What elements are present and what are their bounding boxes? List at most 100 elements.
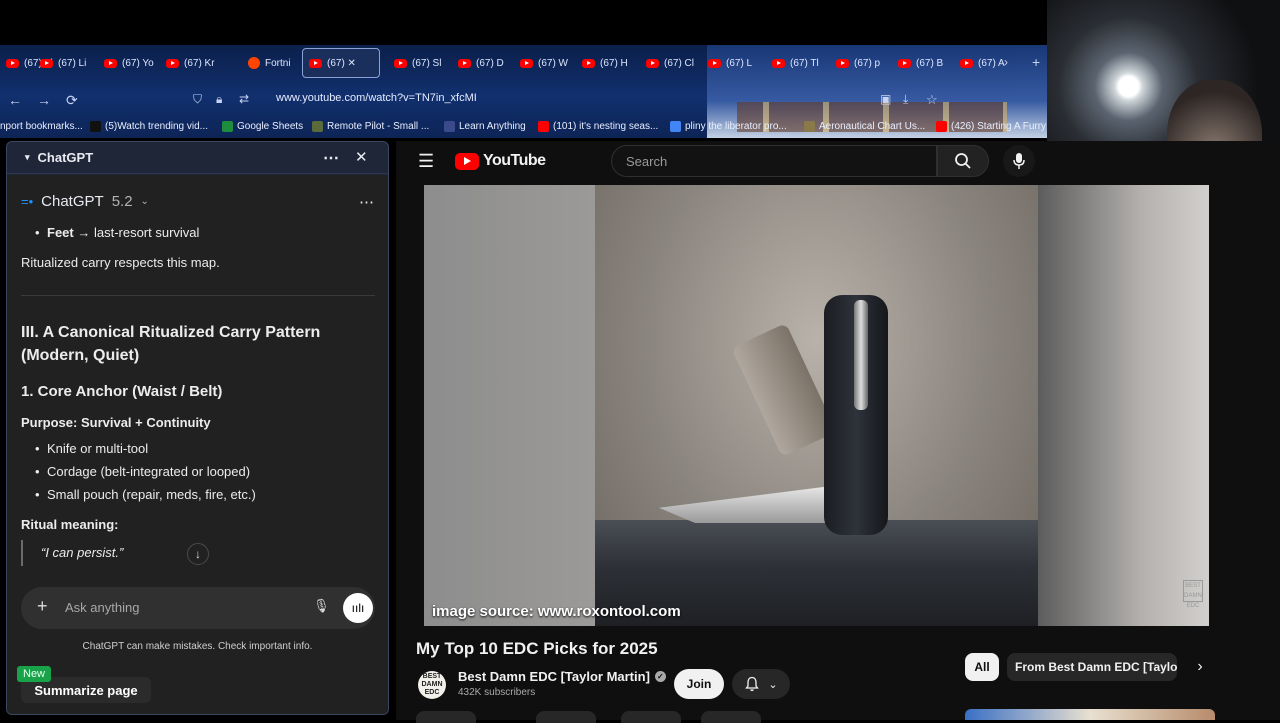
tab[interactable]: (67) A: [954, 48, 1011, 78]
model-selector[interactable]: =• ChatGPT 5.2 ⌄: [21, 193, 149, 210]
close-icon[interactable]: ✕: [355, 148, 368, 166]
bookmark-item[interactable]: (426) Starting A Furry: [936, 121, 1046, 132]
bookmark-label: nport bookmarks...: [0, 121, 83, 132]
microphone-icon[interactable]: 🎙︎: [313, 598, 330, 614]
tab[interactable]: (67) Li: [34, 48, 92, 78]
tab[interactable]: Fortni: [242, 48, 297, 78]
list-item: Cordage (belt-integrated or looped): [35, 464, 250, 479]
bookmark-item[interactable]: (5)Watch trending vid...: [90, 121, 208, 132]
download-icon[interactable]: ⤓: [903, 92, 908, 107]
tab-scroll-right-icon[interactable]: ›: [1004, 55, 1008, 69]
chip-all[interactable]: All: [965, 653, 999, 681]
bookmark-star-icon[interactable]: ☆: [926, 92, 938, 108]
youtube-icon: [646, 58, 659, 68]
download-button[interactable]: [621, 711, 681, 723]
search-icon: [955, 153, 971, 169]
tab[interactable]: (67) Sl: [388, 48, 447, 78]
subscriber-count: 432K subscribers: [458, 687, 536, 698]
recommended-thumbnail[interactable]: [965, 709, 1215, 720]
tab[interactable]: (67) Yo: [98, 48, 160, 78]
youtube-icon: [394, 58, 407, 68]
chat-options-icon[interactable]: ⋯: [359, 193, 374, 211]
video-player[interactable]: image source: www.roxontool.com BEST DAM…: [424, 185, 1209, 626]
chevron-down-icon[interactable]: ▾: [25, 152, 30, 163]
shield-icon[interactable]: ⛉: [193, 92, 202, 107]
chip-from-channel[interactable]: From Best Damn EDC [Taylor M: [1007, 653, 1177, 681]
reddit-icon: [248, 57, 260, 69]
ritual-meaning-label: Ritual meaning:: [21, 517, 119, 532]
bookmark-item[interactable]: (101) it's nesting seas...: [538, 121, 658, 132]
more-options-icon[interactable]: ⋯: [323, 148, 339, 168]
tab-active[interactable]: (67) ✕: [302, 48, 380, 78]
more-actions-button[interactable]: [701, 711, 761, 723]
tab-label: (67) L: [726, 57, 753, 69]
plus-icon[interactable]: +: [37, 596, 48, 617]
permissions-icon[interactable]: ⇄: [239, 92, 249, 106]
tab[interactable]: (67) p: [830, 48, 886, 78]
feet-text: → last-resort survival: [73, 225, 200, 240]
scroll-down-button[interactable]: ↓: [187, 543, 209, 565]
tab[interactable]: (67) Tl: [766, 48, 825, 78]
tab[interactable]: (67) B: [892, 48, 949, 78]
join-button[interactable]: Join: [674, 669, 724, 699]
menu-icon[interactable]: ☰: [418, 151, 434, 172]
tab[interactable]: (67) Cl: [640, 48, 700, 78]
sidebar-title: ChatGPT: [37, 150, 94, 165]
address-bar[interactable]: www.youtube.com/watch?v=TN7in_xfcMI: [276, 92, 477, 104]
like-button[interactable]: [416, 711, 476, 723]
chat-input[interactable]: + Ask anything 🎙︎ ıılı: [21, 587, 375, 629]
forward-icon[interactable]: →: [37, 92, 51, 108]
bookmark-item[interactable]: Google Sheets: [222, 121, 303, 132]
search-button[interactable]: [937, 145, 989, 177]
voice-search-button[interactable]: [1003, 145, 1035, 177]
tab-label: Fortni: [265, 57, 291, 69]
disclaimer: ChatGPT can make mistakes. Check importa…: [82, 641, 313, 652]
youtube-icon: [960, 58, 973, 68]
lock-icon[interactable]: 🔒︎: [216, 92, 222, 107]
channel-name-text: Best Damn EDC [Taylor Martin]: [458, 669, 650, 684]
share-button[interactable]: [536, 711, 596, 723]
bookmark-favicon-icon: [312, 121, 323, 132]
chevron-down-icon: ⌄: [768, 678, 778, 691]
back-icon[interactable]: ←: [8, 92, 22, 108]
youtube-icon: [104, 58, 117, 68]
youtube-logo-text: YouTube: [483, 152, 546, 169]
feet-label: Feet: [47, 225, 74, 240]
tab-label: (67) B: [916, 57, 944, 69]
bookmark-item[interactable]: pliny the liberator pro...: [670, 121, 787, 132]
sidebar-toggle-icon[interactable]: =•: [21, 194, 33, 209]
notification-bell-button[interactable]: ⌄: [732, 669, 790, 699]
subheading: 1. Core Anchor (Waist / Belt): [21, 383, 223, 400]
channel-name[interactable]: Best Damn EDC [Taylor Martin] ✓: [458, 669, 666, 684]
chat-body: =• ChatGPT 5.2 ⌄ ⋯ Feet → last-resort su…: [7, 175, 388, 714]
bookmark-item[interactable]: Remote Pilot - Small ...: [312, 121, 429, 132]
channel-watermark[interactable]: BEST DAMN EDC: [1183, 580, 1203, 609]
new-tab-icon[interactable]: +: [1032, 54, 1040, 70]
bookmark-favicon-icon: [444, 121, 455, 132]
chips-next-button[interactable]: ›: [1186, 653, 1214, 681]
pip-icon[interactable]: ▣: [880, 92, 891, 106]
bookmark-item[interactable]: Learn Anything: [444, 121, 526, 132]
quote: “I can persist.”: [21, 540, 123, 566]
tab-label: (67) Tl: [790, 57, 819, 69]
tab[interactable]: (67) Kr: [160, 48, 221, 78]
channel-avatar[interactable]: BEST DAMN EDC: [418, 671, 446, 699]
tab[interactable]: (67) D: [452, 48, 510, 78]
bookmark-item[interactable]: Aeronautical Chart Us...: [804, 121, 925, 132]
tab[interactable]: (67) L: [702, 48, 758, 78]
search-input[interactable]: Search: [611, 145, 937, 177]
multitool-clip: [854, 300, 868, 410]
youtube-logo[interactable]: YouTube: [455, 152, 546, 170]
tab[interactable]: (67) H: [576, 48, 634, 78]
tab[interactable]: (67) W: [514, 48, 574, 78]
voice-mode-button[interactable]: ıılı: [343, 593, 373, 623]
bookmark-label: pliny the liberator pro...: [685, 121, 787, 132]
bookmark-label: Learn Anything: [459, 121, 526, 132]
purpose-line: Purpose: Survival + Continuity: [21, 415, 211, 430]
bookmark-item[interactable]: nport bookmarks...: [0, 121, 83, 132]
microphone-icon: [1013, 153, 1025, 169]
divider: [21, 295, 375, 296]
youtube-icon: [40, 58, 53, 68]
youtube-icon: [458, 58, 471, 68]
reload-icon[interactable]: ⟳: [66, 92, 78, 109]
